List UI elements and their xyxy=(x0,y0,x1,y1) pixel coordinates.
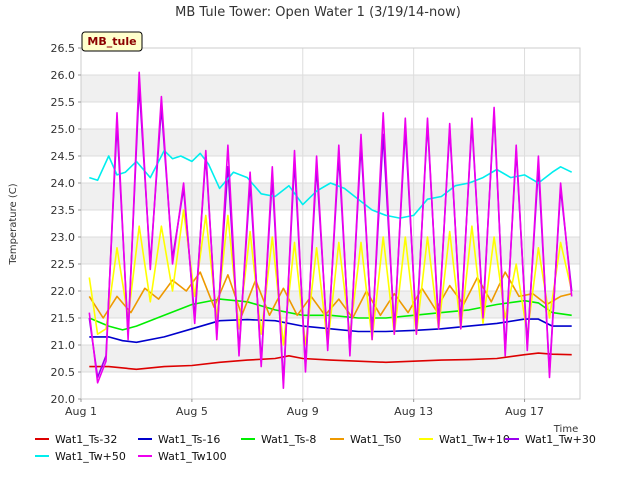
y-tick-label: 25.0 xyxy=(51,123,76,136)
legend-item: Wat1_Ts-8 xyxy=(241,433,316,446)
x-tick-label: Aug 1 xyxy=(65,405,97,418)
legend-item: Wat1_Tw+50 xyxy=(35,450,126,463)
badge-label: MB_tule xyxy=(87,35,136,48)
legend-label: Wat1_Ts0 xyxy=(350,433,401,446)
y-tick-label: 25.5 xyxy=(51,96,76,109)
y-axis-ticks: 20.020.521.021.522.022.523.023.524.024.5… xyxy=(51,42,81,406)
legend-item: Wat1_Ts0 xyxy=(330,433,401,446)
legend-label: Wat1_Ts-8 xyxy=(261,433,316,446)
y-tick-label: 26.5 xyxy=(51,42,76,55)
plot-band xyxy=(81,372,580,399)
y-axis-label: Temperature (C) xyxy=(8,183,19,265)
legend-label: Wat1_Ts-32 xyxy=(55,433,117,446)
plot-band xyxy=(81,48,580,75)
x-axis-ticks: Aug 1 Aug 5 Aug 9 Aug 13 Aug 17 xyxy=(65,399,544,418)
x-tick-label: Aug 13 xyxy=(394,405,433,418)
y-tick-label: 22.0 xyxy=(51,285,76,298)
y-tick-label: 20.5 xyxy=(51,366,76,379)
x-tick-label: Aug 5 xyxy=(176,405,208,418)
legend-label: Wat1_Ts-16 xyxy=(158,433,220,446)
y-tick-label: 21.0 xyxy=(51,339,76,352)
y-tick-label: 24.0 xyxy=(51,177,76,190)
plot-band xyxy=(81,129,580,156)
legend-label: Wat1_Tw+10 xyxy=(439,433,510,446)
x-tick-label: Aug 17 xyxy=(505,405,544,418)
legend-item: Wat1_Tw+30 xyxy=(505,433,596,446)
legend: Wat1_Ts-32 Wat1_Ts-16 Wat1_Ts-8 Wat1_Ts0 Wat… xyxy=(35,433,596,463)
legend-label: Wat1_Tw100 xyxy=(158,450,227,463)
x-tick-label: Aug 9 xyxy=(287,405,319,418)
station-badge: MB_tule xyxy=(81,31,143,52)
y-tick-label: 23.5 xyxy=(51,204,76,217)
legend-item: Wat1_Tw+10 xyxy=(419,433,510,446)
y-tick-label: 22.5 xyxy=(51,258,76,271)
legend-item: Wat1_Ts-16 xyxy=(138,433,220,446)
y-tick-label: 21.5 xyxy=(51,312,76,325)
plot-band xyxy=(81,75,580,102)
plot-band xyxy=(81,102,580,129)
y-tick-label: 26.0 xyxy=(51,69,76,82)
chart-title: MB Tule Tower: Open Water 1 (3/19/14-now… xyxy=(175,5,461,20)
legend-item: Wat1_Ts-32 xyxy=(35,433,117,446)
y-tick-label: 23.0 xyxy=(51,231,76,244)
y-tick-label: 24.5 xyxy=(51,150,76,163)
chart: MB Tule Tower: Open Water 1 (3/19/14-now… xyxy=(8,5,596,463)
legend-label: Wat1_Tw+50 xyxy=(55,450,126,463)
plot-band xyxy=(81,210,580,237)
legend-label: Wat1_Tw+30 xyxy=(525,433,596,446)
legend-item: Wat1_Tw100 xyxy=(138,450,227,463)
